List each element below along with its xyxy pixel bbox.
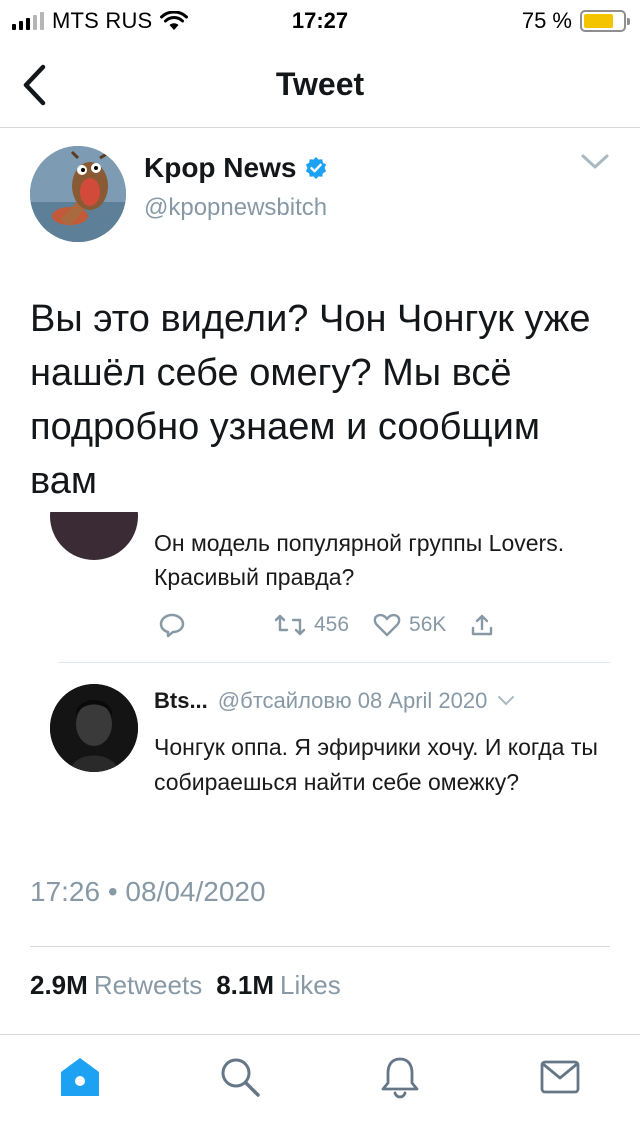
battery-icon <box>580 10 630 32</box>
tweet-stats: 2.9M Retweets 8.1M Likes <box>30 970 341 1001</box>
retweets-stat[interactable]: 2.9M Retweets <box>30 970 202 1001</box>
embedded-tweet-text: Он модель популярной группы Lovers. Крас… <box>154 530 565 590</box>
embedded-reply-name: Bts... <box>154 688 208 713</box>
status-right: 75 % <box>521 8 630 34</box>
page-title: Tweet <box>275 66 365 102</box>
tab-notifications[interactable] <box>320 1035 480 1119</box>
author-name[interactable]: Kpop News <box>144 152 296 184</box>
embedded-reply <box>158 612 186 638</box>
avatar-image <box>30 146 126 242</box>
embedded-reply-text: Чонгук оппа. Я эфирчики хочу. И когда ты… <box>154 734 598 795</box>
embedded-actions: 456 56K <box>158 612 518 638</box>
likes-label: Likes <box>280 970 341 1000</box>
author-name-row[interactable]: Kpop News <box>144 152 328 184</box>
likes-count: 8.1M <box>216 970 275 1000</box>
embedded-like-count: 56K <box>409 613 447 636</box>
tweet-timestamp: 17:26 • 08/04/2020 <box>30 876 266 907</box>
tab-search[interactable] <box>160 1035 320 1119</box>
home-icon <box>61 1058 99 1096</box>
reply-icon <box>159 613 185 638</box>
share-icon <box>472 614 493 636</box>
embedded-share <box>470 613 494 637</box>
battery-level <box>584 14 613 28</box>
nav-bar: Tweet <box>0 44 640 128</box>
author-handle[interactable]: @kpopnewsbitch <box>144 194 327 222</box>
retweets-count: 2.9M <box>30 970 88 1000</box>
tab-home[interactable] <box>0 1035 160 1119</box>
tweet-media-image[interactable]: Он модель популярной группы Lovers. Крас… <box>30 512 610 860</box>
embedded-reply-handle-date: @бтсайловю 08 April 2020 <box>217 688 488 713</box>
embedded-divider <box>58 662 610 663</box>
embedded-avatar <box>50 512 138 560</box>
retweet-icon <box>274 614 306 636</box>
retweets-label: Retweets <box>93 970 203 1000</box>
embedded-retweet-count: 456 <box>314 613 350 636</box>
author-avatar[interactable] <box>30 146 126 242</box>
verified-badge-icon <box>306 157 327 179</box>
embedded-reply-avatar <box>50 684 138 772</box>
divider <box>30 946 610 947</box>
embedded-retweet: 456 <box>274 613 349 637</box>
tab-bar <box>0 1035 640 1136</box>
embedded-reply-header: Bts... @бтсайловю 08 April 2020 <box>154 688 515 714</box>
chevron-down-icon <box>498 696 515 706</box>
embedded-like: 56K <box>373 613 446 637</box>
heart-icon <box>373 613 401 637</box>
mail-icon <box>540 1060 580 1094</box>
search-icon <box>221 1058 260 1097</box>
bell-icon <box>381 1057 419 1099</box>
tweet-text: Вы это видели? Чон Чонгук уже нашёл себе… <box>30 298 591 502</box>
likes-stat[interactable]: 8.1M Likes <box>216 970 341 1001</box>
tab-messages[interactable] <box>480 1035 640 1119</box>
status-bar: MTS RUS 17:27 75 % <box>0 0 640 40</box>
chevron-down-icon[interactable] <box>580 152 610 172</box>
battery-percent: 75 % <box>521 8 572 33</box>
